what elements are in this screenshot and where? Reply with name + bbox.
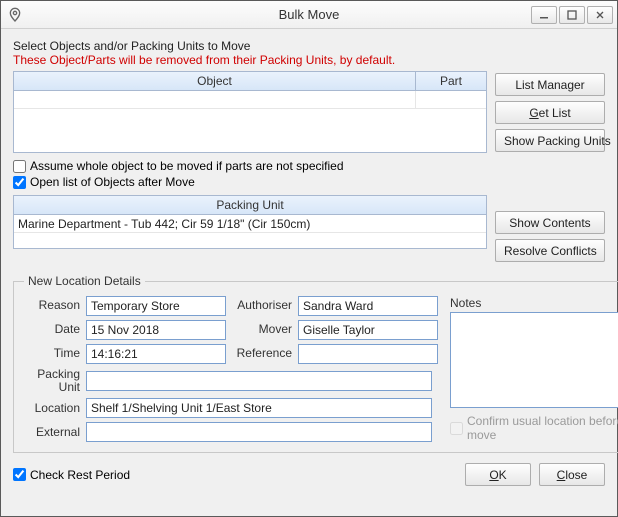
titlebar[interactable]: Bulk Move bbox=[1, 1, 617, 29]
window-title: Bulk Move bbox=[1, 7, 617, 22]
open-list-after-checkbox[interactable] bbox=[13, 176, 26, 189]
warning-text: These Object/Parts will be removed from … bbox=[13, 53, 605, 67]
reference-field[interactable] bbox=[298, 344, 438, 364]
objects-grid[interactable]: Object Part bbox=[13, 71, 487, 153]
column-header-object[interactable]: Object bbox=[14, 72, 416, 90]
column-header-part[interactable]: Part bbox=[416, 72, 486, 90]
ok-button[interactable]: OK bbox=[465, 463, 531, 486]
packing-unit-field[interactable] bbox=[86, 371, 432, 391]
maximize-button[interactable] bbox=[559, 6, 585, 24]
table-row[interactable]: Marine Department - Tub 442; Cir 59 1/18… bbox=[14, 215, 486, 233]
notes-field[interactable] bbox=[450, 312, 618, 408]
time-label: Time bbox=[24, 347, 80, 360]
resolve-conflicts-button[interactable]: Resolve Conflicts bbox=[495, 239, 605, 262]
packing-unit-label: Packing Unit bbox=[24, 368, 80, 394]
check-rest-period-label: Check Rest Period bbox=[30, 468, 130, 482]
mover-label: Mover bbox=[232, 323, 292, 336]
reason-field[interactable] bbox=[86, 296, 226, 316]
notes-label: Notes bbox=[450, 296, 618, 310]
location-label: Location bbox=[24, 402, 80, 415]
get-list-button[interactable]: Get List bbox=[495, 101, 605, 124]
open-list-after-label: Open list of Objects after Move bbox=[30, 175, 195, 189]
show-packing-units-button[interactable]: Show Packing Units bbox=[495, 129, 605, 152]
instruction-text: Select Objects and/or Packing Units to M… bbox=[13, 39, 605, 53]
assume-whole-label: Assume whole object to be moved if parts… bbox=[30, 159, 344, 173]
authoriser-label: Authoriser bbox=[232, 299, 292, 312]
check-rest-period-checkbox[interactable] bbox=[13, 468, 26, 481]
confirm-usual-checkbox bbox=[450, 422, 463, 435]
packing-unit-grid[interactable]: Packing Unit Marine Department - Tub 442… bbox=[13, 195, 487, 249]
new-location-details-legend: New Location Details bbox=[24, 274, 145, 288]
external-label: External bbox=[24, 426, 80, 439]
column-header-packing-unit[interactable]: Packing Unit bbox=[14, 196, 486, 214]
location-pin-icon bbox=[7, 7, 23, 23]
date-label: Date bbox=[24, 323, 80, 336]
new-location-details-group: New Location Details Reason Authoriser D… bbox=[13, 274, 618, 453]
minimize-button[interactable] bbox=[531, 6, 557, 24]
time-field[interactable] bbox=[86, 344, 226, 364]
object-cell[interactable] bbox=[14, 91, 416, 108]
mover-field[interactable] bbox=[298, 320, 438, 340]
reason-label: Reason bbox=[24, 299, 80, 312]
reference-label: Reference bbox=[232, 347, 292, 360]
bulk-move-window: Bulk Move Select Objects and/or Packing … bbox=[0, 0, 618, 517]
show-contents-button[interactable]: Show Contents bbox=[495, 211, 605, 234]
location-field[interactable] bbox=[86, 398, 432, 418]
close-button[interactable]: Close bbox=[539, 463, 605, 486]
part-cell[interactable] bbox=[416, 91, 486, 108]
list-manager-button[interactable]: List Manager bbox=[495, 73, 605, 96]
table-row[interactable] bbox=[14, 91, 486, 109]
packing-unit-cell[interactable]: Marine Department - Tub 442; Cir 59 1/18… bbox=[14, 215, 486, 232]
close-window-button[interactable] bbox=[587, 6, 613, 24]
external-field[interactable] bbox=[86, 422, 432, 442]
date-field[interactable] bbox=[86, 320, 226, 340]
assume-whole-checkbox[interactable] bbox=[13, 160, 26, 173]
authoriser-field[interactable] bbox=[298, 296, 438, 316]
confirm-usual-label: Confirm usual location before move bbox=[467, 414, 618, 442]
